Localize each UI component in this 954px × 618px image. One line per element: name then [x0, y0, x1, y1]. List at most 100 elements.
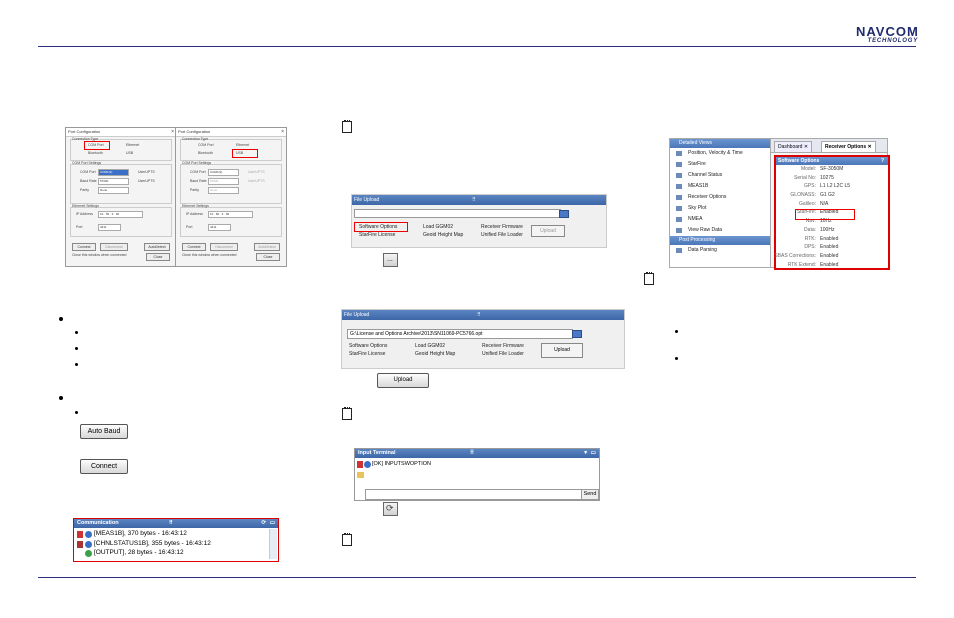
option-receiver-firmware[interactable]: Receiver Firmware	[482, 343, 524, 349]
option-value: 10275	[820, 174, 834, 181]
connect-button[interactable]: Connect	[80, 459, 128, 474]
sidebar-item-pvt[interactable]: Position, Velocity & Time	[670, 148, 770, 159]
scrollbar[interactable]	[269, 529, 277, 559]
output-icon	[85, 550, 92, 557]
sidebar-item-starfire[interactable]: StarFire	[670, 159, 770, 170]
disconnect-button[interactable]: Disconnect	[100, 243, 128, 251]
minimize-icon[interactable]: ▭	[591, 449, 596, 458]
input-terminal-panel: Input Terminal ⠿ ▾ ▭ [OK] INPUTSWOPTION …	[354, 448, 600, 501]
ip-field[interactable]: 10 . 50 . 3 . 60	[98, 211, 143, 218]
sidebar-header-detailed-views[interactable]: Detailed Views	[670, 139, 770, 148]
radio-ethernet[interactable]: Ethernet	[126, 143, 139, 147]
connect-button[interactable]: Connect	[182, 243, 206, 251]
sidebar-item-view-raw-data[interactable]: View Raw Data	[670, 225, 770, 236]
close-button[interactable]: Close	[146, 253, 170, 261]
option-geoid-height-map[interactable]: Geoid Height Map	[423, 232, 463, 238]
parity-select[interactable]: None	[208, 187, 239, 194]
highlight-box	[84, 141, 110, 150]
refresh-button[interactable]: ⟳	[383, 502, 398, 516]
sidebar-item-data-parsing[interactable]: Data Parsing	[670, 245, 770, 256]
sidebar-header-post-processing[interactable]: Post Processing	[670, 236, 770, 245]
starfire-icon	[676, 162, 682, 167]
radio-com-port[interactable]: COM Port	[198, 143, 214, 147]
terminal-line: [OK] INPUTSWOPTION	[372, 461, 431, 467]
send-button[interactable]: Send	[581, 489, 599, 500]
radio-bluetooth[interactable]: Bluetooth	[198, 151, 213, 155]
parity-select[interactable]: None	[98, 187, 129, 194]
sidebar-item-channel-status[interactable]: Channel Status	[670, 170, 770, 181]
bullet	[59, 317, 63, 321]
close-icon[interactable]: ×	[171, 128, 174, 136]
baud-select[interactable]: 57600	[208, 178, 239, 185]
option-value: G1 G2	[820, 192, 835, 199]
option-load-ggm02[interactable]: Load GGM02	[415, 343, 445, 349]
note-icon	[342, 407, 352, 420]
close-when-connected-checkbox[interactable]: Close this window when connected	[182, 253, 236, 257]
option-software-options[interactable]: Software Options	[349, 343, 387, 349]
browse-icon[interactable]	[559, 210, 569, 218]
sidebar-item-sky-plot[interactable]: Sky Plot	[670, 203, 770, 214]
uart-label-1[interactable]: UserUPTS	[248, 170, 265, 174]
ip-label: IP Address	[76, 212, 93, 216]
save-icon[interactable]	[77, 541, 83, 548]
option-starfire-license[interactable]: StarFire License	[349, 351, 385, 357]
wrench-icon	[676, 195, 682, 200]
autodetect-button[interactable]: AutoDetect	[254, 243, 280, 251]
option-starfire-license[interactable]: StarFire License	[359, 232, 395, 238]
clear-icon[interactable]	[77, 531, 83, 538]
browse-icon[interactable]	[572, 330, 582, 338]
upload-button[interactable]: Upload	[377, 373, 429, 388]
upload-button[interactable]: Upload	[531, 225, 565, 237]
browse-button[interactable]: ...	[383, 253, 398, 267]
port-label: Port	[186, 225, 193, 229]
com-port-select[interactable]: COM1(3)	[98, 169, 129, 176]
auto-baud-button[interactable]: Auto Baud	[80, 424, 128, 439]
autodetect-button[interactable]: AutoDetect	[144, 243, 170, 251]
sidebar-item-nmea[interactable]: NMEA	[670, 214, 770, 225]
clear-icon[interactable]	[357, 461, 363, 468]
sidebar-item-meas1b[interactable]: MEAS1B	[670, 181, 770, 192]
baud-select[interactable]: 57600	[98, 178, 129, 185]
log-line: [CHNLSTATUS1B], 355 bytes - 16:43:12	[94, 540, 211, 547]
option-unified-file-loader[interactable]: Unified File Loader	[481, 232, 523, 238]
minimize-icon[interactable]: ▭	[270, 519, 275, 528]
close-icon[interactable]: ×	[281, 128, 284, 136]
radio-ethernet[interactable]: Ethernet	[236, 143, 249, 147]
port-field[interactable]: 4411	[98, 224, 121, 231]
dropdown-icon[interactable]: ▾	[584, 449, 587, 458]
option-load-ggm02[interactable]: Load GGM02	[423, 224, 453, 230]
port-field[interactable]: 4411	[208, 224, 231, 231]
file-path-field[interactable]	[354, 209, 561, 218]
ip-field[interactable]: 10 . 50 . 3 . 60	[208, 211, 253, 218]
help-icon[interactable]: ?	[881, 157, 884, 165]
option-key: GLONASS:	[790, 192, 816, 199]
terminal-input[interactable]	[365, 489, 582, 500]
option-geoid-height-map[interactable]: Geoid Height Map	[415, 351, 455, 357]
file-path-field[interactable]: G:\License and Options Archive\2013\SN11…	[347, 329, 573, 339]
option-row: Model: SF-3050M	[776, 165, 888, 174]
close-button[interactable]: Close	[256, 253, 280, 261]
log-line: [MEAS1B], 370 bytes - 16:43:12	[94, 530, 187, 537]
info-icon	[85, 531, 92, 538]
ip-label: IP Address	[186, 212, 203, 216]
uart-label-1[interactable]: UserUPTS	[138, 170, 155, 174]
com-port-select[interactable]: COM1(3)	[208, 169, 239, 176]
parse-icon	[676, 248, 682, 253]
tab-receiver-options[interactable]: Receiver Options ✕	[821, 141, 876, 153]
radio-bluetooth[interactable]: Bluetooth	[88, 151, 103, 155]
disconnect-button[interactable]: Disconnect	[210, 243, 238, 251]
connect-button[interactable]: Connect	[72, 243, 96, 251]
tab-dashboard[interactable]: Dashboard ✕	[774, 141, 813, 153]
option-unified-file-loader[interactable]: Unified File Loader	[482, 351, 524, 357]
refresh-icon[interactable]: ⟳	[261, 519, 266, 528]
uart-label-2[interactable]: UserUPTS	[138, 179, 155, 183]
folder-icon[interactable]	[357, 472, 364, 478]
option-key: Serial No:	[794, 174, 816, 181]
uart-label-2[interactable]: UserUPTS	[248, 179, 265, 183]
close-when-connected-checkbox[interactable]: Close this window when connected	[72, 253, 126, 257]
upload-button[interactable]: Upload	[541, 343, 583, 358]
sidebar-item-receiver-options[interactable]: Receiver Options	[670, 192, 770, 203]
option-value: Enabled	[820, 261, 839, 268]
option-receiver-firmware[interactable]: Receiver Firmware	[481, 224, 523, 230]
radio-usb[interactable]: USB	[126, 151, 133, 155]
